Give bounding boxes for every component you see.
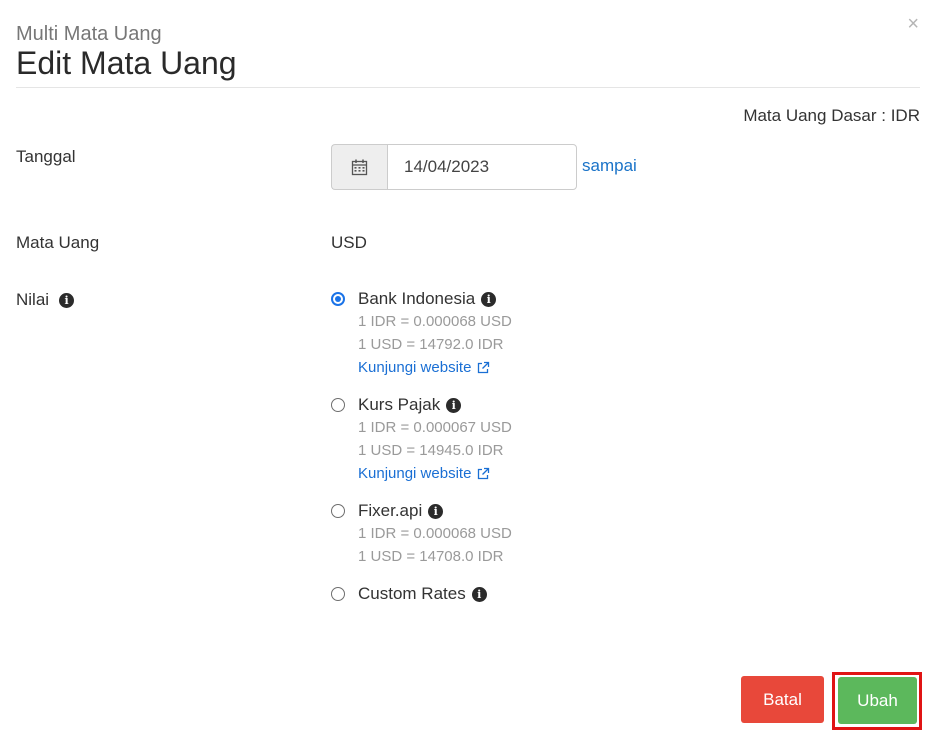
info-icon[interactable]: i [471, 586, 487, 602]
rate-usd-idr: 1 USD = 14708.0 IDR [358, 548, 504, 565]
rate-option-kurs-pajak: Kurs Pajak i 1 IDR = 0.000067 USD 1 USD … [331, 394, 512, 485]
modal-title: Edit Mata Uang [16, 45, 237, 81]
rate-label-row: Nilai i [16, 289, 75, 311]
radio-bank-indonesia[interactable] [331, 292, 345, 306]
rate-idr-usd: 1 IDR = 0.000068 USD [358, 525, 512, 542]
rate-usd-idr: 1 USD = 14945.0 IDR [358, 442, 504, 459]
calendar-button[interactable] [331, 144, 387, 190]
visit-website-link[interactable]: Kunjungi website [358, 462, 490, 485]
close-button[interactable]: × [907, 14, 919, 34]
radio-kurs-pajak[interactable] [331, 398, 345, 412]
option-label[interactable]: Fixer.api [358, 500, 422, 522]
rate-option-fixer-api: Fixer.api i 1 IDR = 0.000068 USD 1 USD =… [331, 500, 512, 568]
submit-button[interactable]: Ubah [838, 677, 917, 724]
visit-website-label: Kunjungi website [358, 465, 472, 482]
radio-fixer-api[interactable] [331, 504, 345, 518]
header-divider [16, 87, 920, 88]
currency-label: Mata Uang [16, 233, 100, 252]
info-icon[interactable]: i [428, 503, 444, 519]
visit-website-link[interactable]: Kunjungi website [358, 356, 490, 379]
base-currency-text: Mata Uang Dasar : IDR [743, 106, 920, 125]
rate-option-bank-indonesia: Bank Indonesia i 1 IDR = 0.000068 USD 1 … [331, 288, 512, 379]
visit-website-label: Kunjungi website [358, 359, 472, 376]
option-label[interactable]: Custom Rates [358, 583, 466, 605]
rate-usd-idr: 1 USD = 14792.0 IDR [358, 336, 504, 353]
cancel-button[interactable]: Batal [741, 676, 824, 723]
modal-subtitle: Multi Mata Uang [16, 23, 162, 45]
external-link-icon [478, 467, 490, 479]
rate-idr-usd: 1 IDR = 0.000068 USD [358, 313, 512, 330]
radio-custom-rates[interactable] [331, 587, 345, 601]
info-icon[interactable]: i [446, 397, 462, 413]
rate-idr-usd: 1 IDR = 0.000067 USD [358, 419, 512, 436]
date-input-group [331, 144, 577, 190]
currency-value: USD [331, 233, 367, 252]
info-icon[interactable]: i [481, 291, 497, 307]
option-label[interactable]: Kurs Pajak [358, 394, 440, 416]
info-icon[interactable]: i [59, 292, 75, 308]
calendar-icon [351, 159, 368, 175]
date-label: Tanggal [16, 147, 76, 166]
rate-option-custom-rates: Custom Rates i [331, 583, 487, 605]
until-date-link[interactable]: sampai [582, 155, 637, 177]
option-label[interactable]: Bank Indonesia [358, 288, 475, 310]
external-link-icon [478, 361, 490, 373]
rate-label: Nilai [16, 290, 50, 309]
date-input[interactable] [387, 144, 577, 190]
